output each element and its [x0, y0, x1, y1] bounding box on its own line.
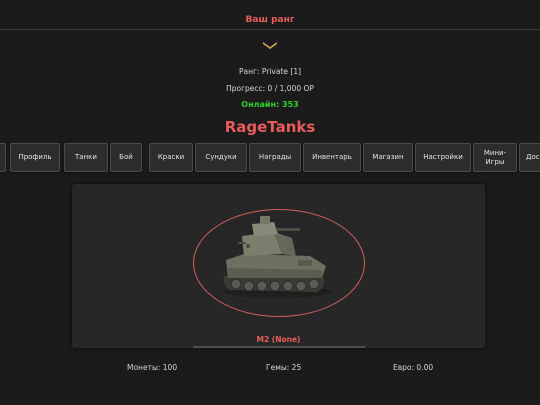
nav-settings[interactable]: Настройки [415, 143, 471, 172]
nav-paints[interactable]: Краски [149, 143, 193, 172]
online-count: Онлайн: 353 [241, 100, 299, 109]
nav-tanks[interactable]: Танки [64, 143, 108, 172]
tank-card: M2 (None) [72, 184, 485, 348]
rank-title: Ваш ранг [245, 15, 295, 25]
main-nav: Профиль Танки Бой Краски Сундуки Награды… [0, 143, 540, 172]
brand-title: RageTanks [224, 118, 316, 136]
euro-balance: Евро: 0.00 [393, 363, 434, 372]
progress-line: Прогресс: 0 / 1,000 ОР [226, 84, 314, 93]
coins-balance: Монеты: 100 [127, 363, 178, 372]
tank-image[interactable] [218, 214, 338, 302]
nav-rewards[interactable]: Награды [249, 143, 301, 172]
gems-balance: Гемы: 25 [266, 363, 302, 372]
nav-shop[interactable]: Магазин [363, 143, 413, 172]
nav-minigames[interactable]: Мини- Игры [473, 143, 517, 172]
card-scroll-bar[interactable] [193, 346, 365, 348]
nav-battle[interactable]: Бой [110, 143, 142, 172]
nav-profile[interactable]: Профиль [10, 143, 60, 172]
nav-inventory[interactable]: Инвентарь [303, 143, 361, 172]
rank-chevron-icon [263, 42, 277, 49]
rank-line: Ранг: Private [1] [238, 67, 302, 76]
nav-chests[interactable]: Сундуки [195, 143, 247, 172]
rank-header: Ваш ранг [0, 0, 540, 30]
tank-name: M2 (None) [256, 335, 301, 344]
nav-partial-left[interactable] [0, 143, 6, 172]
nav-donate[interactable]: Дос [519, 143, 540, 172]
